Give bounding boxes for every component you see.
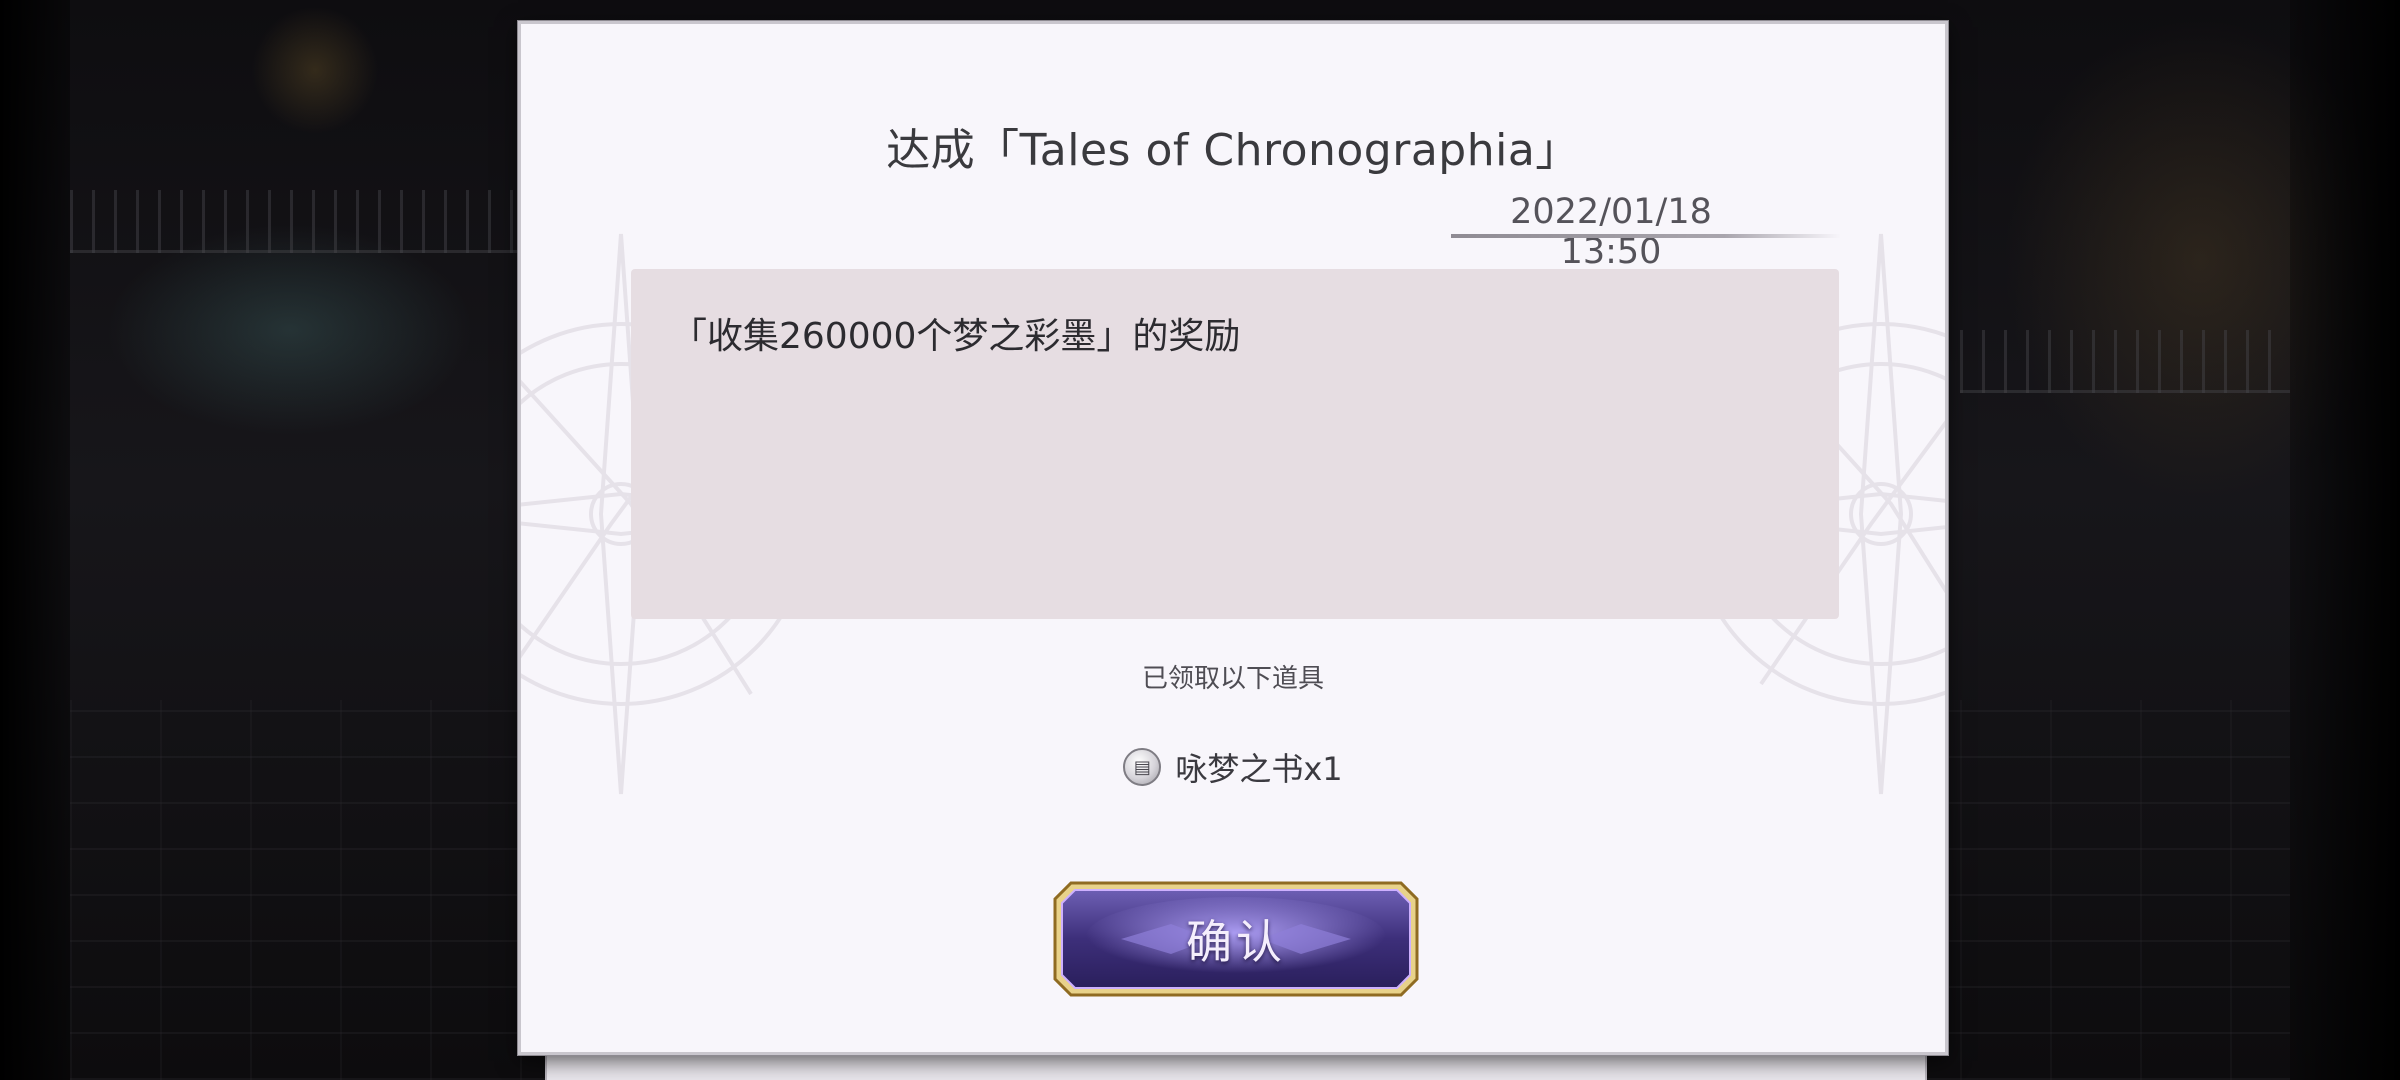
background-fence (1960, 330, 2290, 393)
reward-item: ▤ 咏梦之书x1 (521, 744, 1945, 790)
dialog-title: 达成「Tales of Chronographia」 (886, 125, 1580, 176)
reward-dialog: 达成「Tales of Chronographia」 2022/01/18 13… (518, 21, 1948, 1055)
background-fence (70, 190, 520, 253)
message-text: 「收集260000个梦之彩墨」的奖励 (671, 316, 1241, 357)
background-shadow-right (2290, 0, 2400, 1080)
confirm-button[interactable]: 确认 (1051, 879, 1421, 999)
reward-item-text: 咏梦之书x1 (1175, 750, 1343, 788)
message-box: 「收集260000个梦之彩墨」的奖励 (631, 269, 1839, 619)
received-items-label: 已领取以下道具 (1141, 664, 1324, 694)
timestamp-underline (1451, 234, 1841, 238)
background-shadow-left (0, 0, 70, 1080)
confirm-button-label: 确认 (1186, 915, 1286, 969)
book-icon: ▤ (1123, 748, 1162, 786)
timestamp: 2022/01/18 13:50 (1510, 192, 1712, 272)
